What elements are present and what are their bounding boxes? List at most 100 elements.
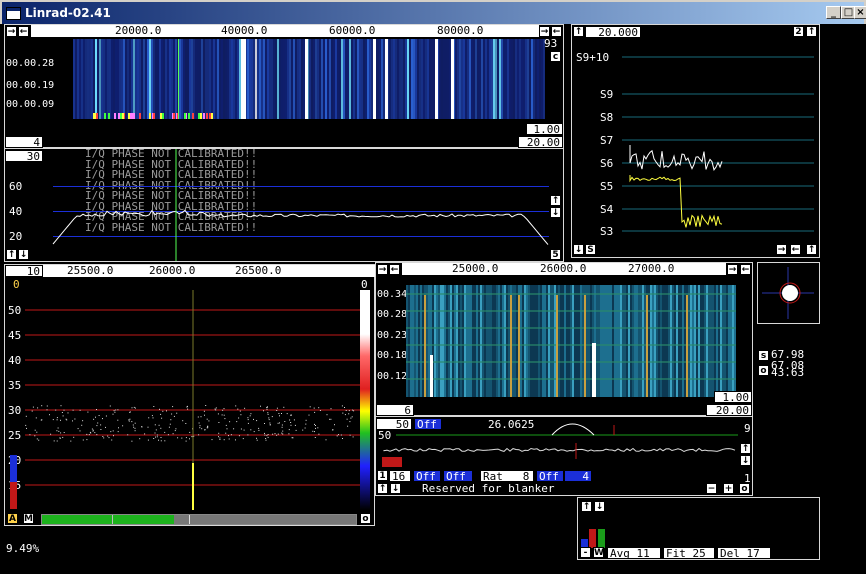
off-toggle[interactable]: Off bbox=[443, 470, 473, 483]
afc-trace bbox=[383, 447, 736, 453]
sample-dot bbox=[134, 427, 136, 429]
avgn-box[interactable]: 6 bbox=[376, 404, 414, 417]
arrow-up-button[interactable]: ↑ bbox=[6, 249, 17, 260]
sample-dot bbox=[282, 430, 284, 432]
s-meter-graph[interactable] bbox=[572, 25, 819, 257]
arrow-down-button[interactable]: ↓ bbox=[740, 455, 751, 466]
arrow-down-button[interactable]: ↓ bbox=[390, 483, 401, 494]
close-icon: × bbox=[856, 7, 865, 18]
arrow-left-button[interactable]: ← bbox=[790, 244, 801, 255]
arrow-left-icon: ← bbox=[741, 265, 750, 275]
arrow-right-button[interactable]: → bbox=[539, 26, 550, 37]
arrow-right-button[interactable]: → bbox=[377, 264, 388, 275]
arrow-left-button[interactable]: ← bbox=[18, 26, 29, 37]
arrow-down-button[interactable]: ↓ bbox=[594, 501, 605, 512]
waterfall-spot bbox=[206, 113, 208, 119]
arrow-up-button[interactable]: ↑ bbox=[806, 244, 817, 255]
time-label: 00.12 bbox=[377, 371, 408, 382]
value-16-box[interactable]: 16 bbox=[389, 470, 411, 483]
sample-dot bbox=[229, 421, 231, 423]
arrow-down-button[interactable]: ↓ bbox=[18, 249, 29, 260]
wide-waterfall-graph[interactable] bbox=[73, 39, 545, 119]
sample-dot bbox=[318, 407, 320, 409]
arrow-down-button[interactable]: ↓ bbox=[573, 244, 584, 255]
carrier-line bbox=[510, 295, 512, 397]
hires-waterfall-graph[interactable] bbox=[406, 285, 736, 397]
expand-right-button[interactable]: → bbox=[6, 26, 17, 37]
value-box[interactable]: 5 bbox=[550, 249, 561, 260]
o-button[interactable]: o bbox=[758, 365, 769, 376]
arrow-left-button[interactable]: ← bbox=[551, 26, 562, 37]
sample-dot bbox=[26, 427, 27, 429]
arrow-left-button[interactable]: ← bbox=[389, 264, 400, 275]
waterfall-spot bbox=[130, 113, 132, 119]
arrow-up-button[interactable]: ↑ bbox=[581, 501, 592, 512]
sample-dot bbox=[225, 432, 227, 434]
sample-dot bbox=[131, 440, 133, 442]
baseband-graph[interactable] bbox=[5, 265, 374, 525]
rat-box[interactable]: Rat 8 bbox=[480, 470, 534, 483]
c-button[interactable]: c bbox=[550, 51, 561, 62]
gain-box[interactable]: 1.00 bbox=[526, 123, 563, 136]
wide-spectrum-panel: 30 I/Q PHASE NOT CALIBRATED!! I/Q PHASE N… bbox=[4, 148, 564, 262]
arrow-down-button[interactable]: ↓ bbox=[550, 207, 561, 218]
sample-dot bbox=[325, 439, 327, 441]
m-button[interactable]: M bbox=[23, 513, 34, 524]
gain-box[interactable]: 1.00 bbox=[714, 391, 752, 404]
arrow-right-button[interactable]: → bbox=[727, 264, 738, 275]
freq-ruler[interactable]: 20000.0 40000.0 60000.0 80000.0 bbox=[31, 25, 539, 37]
o-button[interactable]: o bbox=[360, 513, 371, 524]
sample-dot bbox=[86, 439, 88, 441]
arrow-up-button[interactable]: ↑ bbox=[377, 483, 388, 494]
sample-dot bbox=[128, 420, 130, 422]
s-button[interactable]: s bbox=[758, 350, 769, 361]
sample-dot bbox=[317, 427, 319, 429]
sample-dot bbox=[281, 413, 282, 414]
minus-button[interactable]: - bbox=[580, 547, 591, 558]
zero-box[interactable]: 20.00 bbox=[518, 136, 563, 149]
arrow-left-button[interactable]: ← bbox=[740, 264, 751, 275]
sample-dot bbox=[269, 422, 271, 424]
plus-button[interactable]: + bbox=[723, 483, 734, 494]
signal-strength-bar[interactable] bbox=[41, 514, 357, 525]
arrow-right-button[interactable]: → bbox=[776, 244, 787, 255]
wide-spectrum-graph[interactable] bbox=[5, 149, 563, 261]
o-button[interactable]: o bbox=[739, 483, 750, 494]
sample-dot bbox=[73, 436, 75, 438]
close-button[interactable]: × bbox=[854, 6, 866, 19]
minimize-button[interactable]: _ bbox=[826, 6, 841, 19]
waterfall-value: 93 bbox=[544, 37, 558, 50]
sample-dot bbox=[332, 429, 334, 431]
sample-dot bbox=[79, 409, 81, 411]
del-box[interactable]: Del 17 bbox=[717, 547, 771, 560]
sample-dot bbox=[348, 413, 350, 415]
sample-dot bbox=[225, 424, 227, 426]
minus-button[interactable]: − bbox=[706, 483, 717, 494]
sample-dot bbox=[100, 429, 102, 430]
sample-dot bbox=[164, 440, 166, 442]
w-button[interactable]: W bbox=[593, 547, 604, 558]
polarization-graph[interactable] bbox=[758, 263, 819, 323]
sample-dot bbox=[294, 424, 296, 426]
sample-dot bbox=[81, 424, 83, 426]
sample-dot bbox=[199, 427, 201, 429]
off-toggle[interactable]: Off bbox=[536, 470, 564, 483]
sample-dot bbox=[131, 421, 133, 423]
a-button[interactable]: A bbox=[7, 513, 18, 524]
title-bar[interactable]: Linrad-02.41 _ □ × bbox=[0, 0, 866, 24]
s-button[interactable]: S bbox=[585, 244, 596, 255]
off-toggle[interactable]: Off bbox=[413, 470, 441, 483]
arrow-up-button[interactable]: ↑ bbox=[740, 443, 751, 454]
avg-box[interactable]: Avg 11 bbox=[607, 547, 661, 560]
value-4-box[interactable]: 4 bbox=[564, 470, 592, 483]
avgn-box[interactable]: 4 bbox=[5, 136, 43, 149]
sample-dot bbox=[266, 408, 268, 410]
color-scale-bar[interactable] bbox=[360, 290, 370, 510]
zero-box[interactable]: 20.00 bbox=[706, 404, 752, 417]
hires-waterfall-panel: → ← 25000.0 26000.0 27000.0 → ← 00.34 00… bbox=[375, 262, 753, 417]
value-1-box[interactable]: 1 bbox=[377, 470, 388, 481]
sample-dot bbox=[187, 405, 188, 407]
hires-freq-ruler[interactable]: 25000.0 26000.0 27000.0 bbox=[402, 263, 726, 275]
arrow-up-button[interactable]: ↑ bbox=[550, 195, 561, 206]
fit-box[interactable]: Fit 25 bbox=[663, 547, 715, 560]
